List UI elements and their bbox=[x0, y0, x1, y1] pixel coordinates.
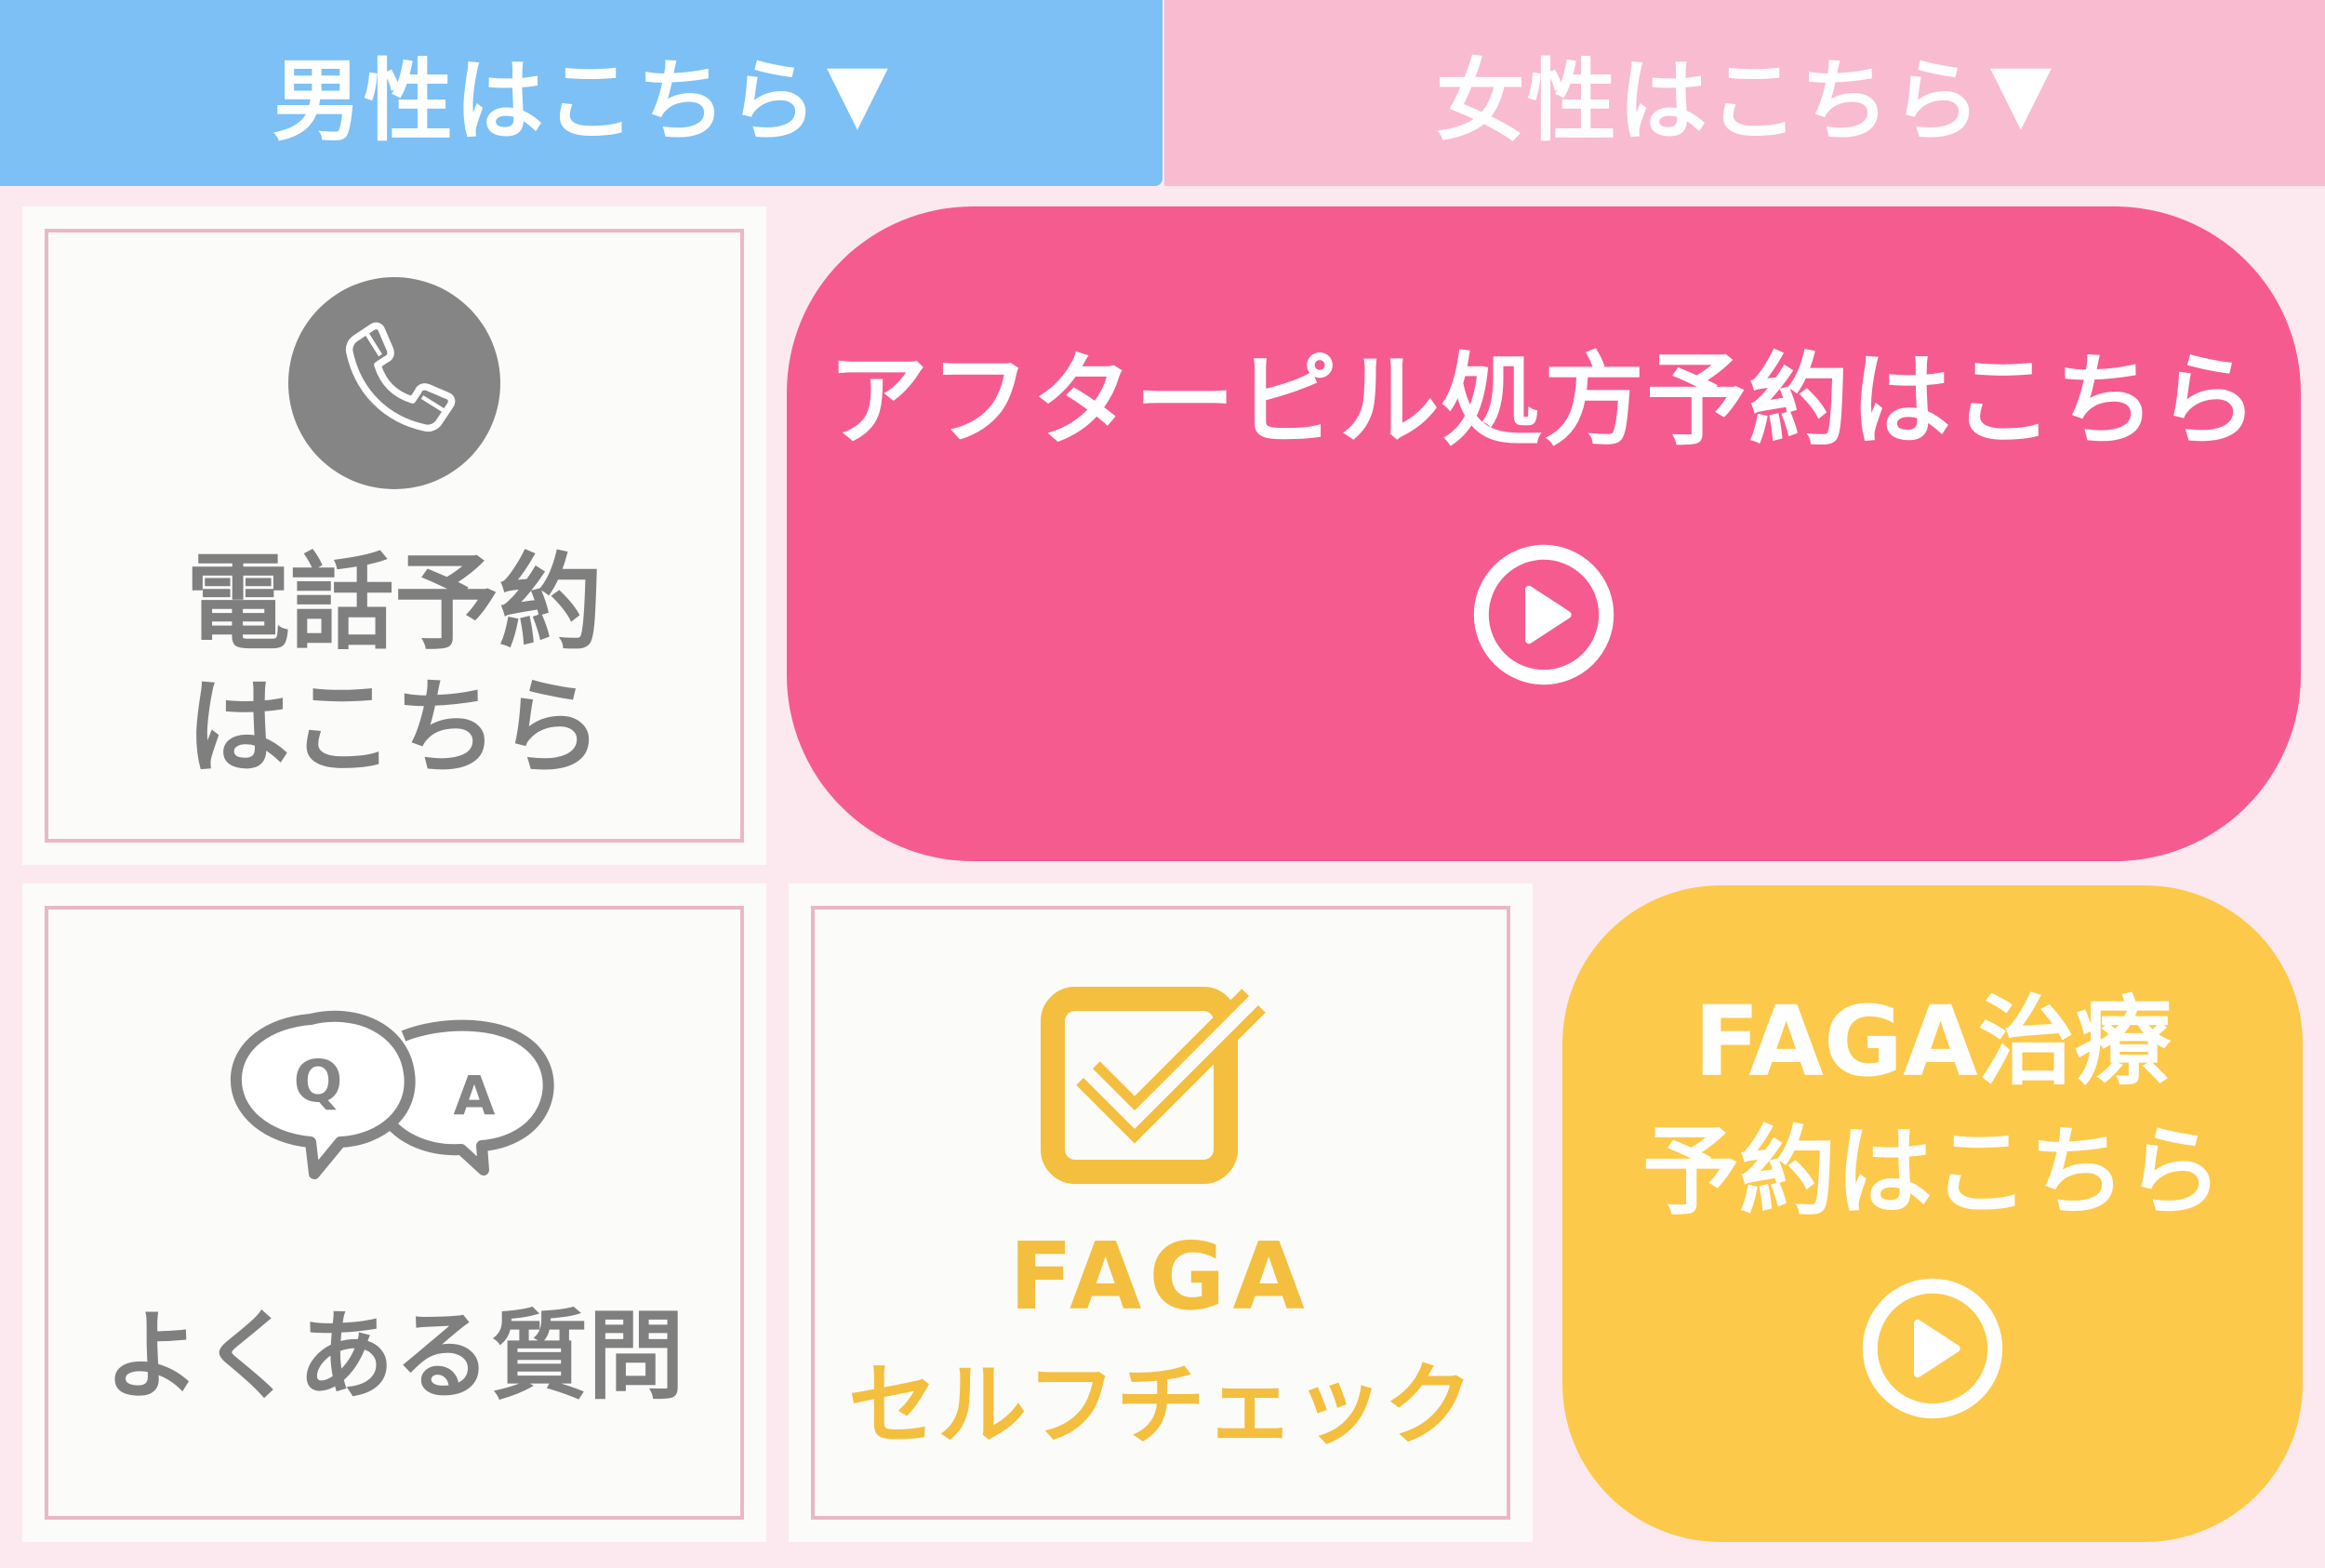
faga-treatment-reservation-button[interactable]: FAGA治療 予約はこちら bbox=[1562, 885, 2303, 1542]
faq-label: よくある質問 bbox=[103, 1299, 684, 1413]
triangle-down-icon: ▼ bbox=[1989, 47, 2054, 140]
faga-button-line1: FAGA治療 bbox=[1694, 985, 2172, 1098]
play-circle-icon bbox=[1858, 1274, 2007, 1423]
after-pill-reservation-button[interactable]: アフターピル処方予約はこちら bbox=[787, 206, 2301, 861]
bubble-q-letter: Q bbox=[294, 1047, 343, 1115]
faga-button-line2: 予約はこちら bbox=[1641, 1115, 2223, 1229]
qa-speech-bubbles-icon: Q A bbox=[230, 1010, 554, 1179]
tab-women[interactable]: 女性はこちら ▼ bbox=[1164, 0, 2325, 186]
after-pill-label: アフターピル処方予約はこちら bbox=[827, 343, 2260, 459]
menu-panel: 男性はこちら ▼ 女性はこちら ▼ 電話予約 はこちら アフターピル処方予約はこちら bbox=[0, 0, 2325, 1568]
faga-self-check-card[interactable]: FAGA セルフチェック bbox=[789, 884, 1533, 1542]
self-check-subtitle: セルフチェック bbox=[848, 1353, 1473, 1457]
self-check-title: FAGA bbox=[1009, 1222, 1312, 1331]
bubble-a-letter: A bbox=[454, 1064, 496, 1127]
faq-card[interactable]: Q A よくある質問 bbox=[22, 884, 766, 1542]
tab-men[interactable]: 男性はこちら ▼ bbox=[0, 0, 1162, 186]
checkbox-icon bbox=[1041, 987, 1266, 1184]
phone-icon bbox=[288, 277, 500, 489]
phone-reservation-card[interactable]: 電話予約 はこちら bbox=[22, 206, 766, 865]
tab-women-label: 女性はこちら bbox=[1435, 48, 1983, 153]
tab-men-label: 男性はこちら bbox=[272, 48, 819, 153]
phone-handset-icon bbox=[345, 322, 456, 432]
phone-card-line1: 電話予約 bbox=[186, 543, 603, 664]
triangle-down-icon: ▼ bbox=[826, 47, 891, 140]
phone-card-line2: はこちら bbox=[186, 668, 603, 789]
play-circle-icon bbox=[1469, 540, 1618, 689]
